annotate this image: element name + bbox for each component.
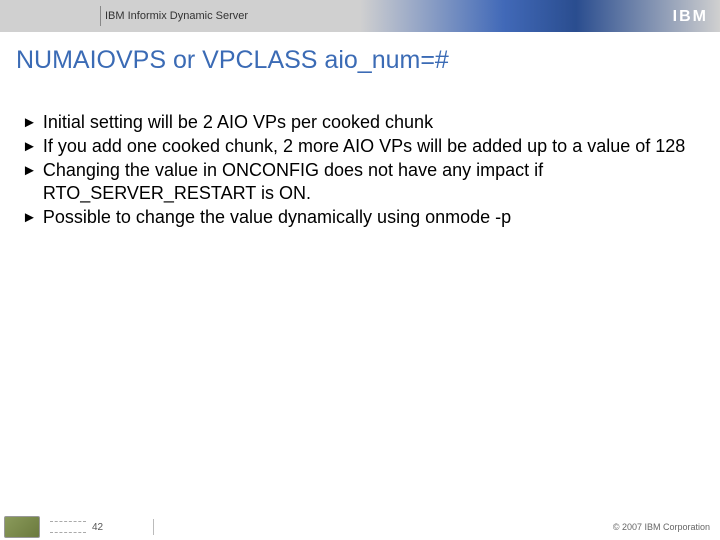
header-product-name: IBM Informix Dynamic Server	[105, 10, 248, 22]
footer-divider	[153, 519, 154, 535]
bullet-text: If you add one cooked chunk, 2 more AIO …	[43, 135, 685, 158]
copyright-text: © 2007 IBM Corporation	[613, 522, 710, 532]
bullet-item: ► Changing the value in ONCONFIG does no…	[22, 159, 698, 205]
footer-handle-icon	[50, 521, 86, 533]
bullet-text: Initial setting will be 2 AIO VPs per co…	[43, 111, 433, 134]
bullet-marker-icon: ►	[22, 159, 37, 182]
footer-chip-icon	[4, 516, 40, 538]
bullet-item: ► If you add one cooked chunk, 2 more AI…	[22, 135, 698, 158]
bullet-text: Changing the value in ONCONFIG does not …	[43, 159, 698, 205]
bullet-item: ► Initial setting will be 2 AIO VPs per …	[22, 111, 698, 134]
slide-footer: 42 © 2007 IBM Corporation	[0, 514, 720, 540]
bullet-marker-icon: ►	[22, 206, 37, 229]
ibm-logo: IBM	[673, 8, 708, 26]
bullet-marker-icon: ►	[22, 135, 37, 158]
bullet-marker-icon: ►	[22, 111, 37, 134]
slide-title: NUMAIOVPS or VPCLASS aio_num=#	[0, 32, 720, 83]
slide-header: IBM Informix Dynamic Server IBM	[0, 0, 720, 32]
header-divider	[100, 6, 101, 26]
slide-content: ► Initial setting will be 2 AIO VPs per …	[0, 83, 720, 229]
bullet-item: ► Possible to change the value dynamical…	[22, 206, 698, 229]
bullet-text: Possible to change the value dynamically…	[43, 206, 511, 229]
page-number: 42	[92, 522, 103, 533]
